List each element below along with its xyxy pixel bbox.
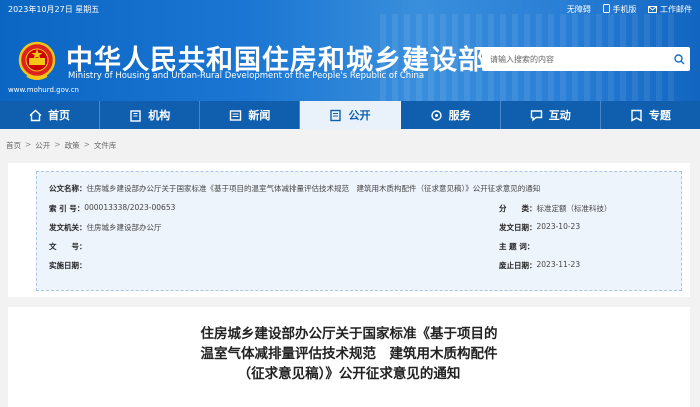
doc-no-row: 文 号： bbox=[49, 241, 87, 252]
issuer-row: 发文机关： 住房城乡建设部办公厅 bbox=[49, 222, 162, 233]
nav-item-topics[interactable]: 专题 bbox=[601, 101, 700, 129]
category-row: 分 类： 标准定额（标准科技） bbox=[499, 203, 612, 214]
topic-icon bbox=[631, 109, 642, 122]
issuer-value: 住房城乡建设部办公厅 bbox=[86, 223, 162, 232]
current-date: 2023年10月27日 星期五 bbox=[8, 5, 100, 14]
document-title-line: 温室气体减排量评估技术规范 建筑用木质构配件 bbox=[200, 346, 498, 362]
written-date-value: 2023-10-23 bbox=[536, 222, 581, 231]
mobile-version-label: 手机版 bbox=[612, 5, 637, 14]
topic-key: 主 题 词： bbox=[499, 242, 535, 251]
doc-name-key: 公文名称： bbox=[49, 184, 87, 193]
document-info-card: 公文名称： 住房城乡建设部办公厅关于国家标准《基于项目的温室气体减排量评估技术规… bbox=[8, 163, 690, 297]
nav-item-home[interactable]: 首页 bbox=[0, 101, 101, 129]
nav-label: 专题 bbox=[648, 109, 671, 122]
work-mail-label: 工作邮件 bbox=[660, 5, 692, 14]
document-title: 住房城乡建设部办公厅关于国家标准《基于项目的 温室气体减排量评估技术规范 建筑用… bbox=[8, 324, 690, 384]
breadcrumb-policy[interactable]: 政策 bbox=[65, 140, 80, 151]
deadline-key: 废止日期： bbox=[499, 261, 537, 270]
doc-name-row: 公文名称： 住房城乡建设部办公厅关于国家标准《基于项目的温室气体减排量评估技术规… bbox=[49, 183, 540, 194]
category-key: 分 类： bbox=[499, 204, 537, 213]
nav-label: 公开 bbox=[348, 109, 371, 122]
document-content-card: 住房城乡建设部办公厅关于国家标准《基于项目的 温室气体减排量评估技术规范 建筑用… bbox=[8, 307, 690, 407]
index-key: 索 引 号： bbox=[49, 204, 85, 213]
site-url: www.mohurd.gov.cn bbox=[8, 86, 79, 94]
document-title-line: （征求意见稿）》公开征求意见的通知 bbox=[237, 366, 461, 382]
breadcrumb-separator: > bbox=[83, 140, 90, 149]
document-icon bbox=[330, 109, 342, 121]
doc-no-key: 文 号： bbox=[49, 242, 87, 251]
issuer-key: 发文机关： bbox=[49, 223, 87, 232]
impl-date-key: 实施日期： bbox=[49, 261, 87, 270]
category-value: 标准定额（标准科技） bbox=[536, 204, 612, 213]
nav-item-service[interactable]: 服务 bbox=[401, 101, 501, 129]
nav-label: 新闻 bbox=[248, 109, 271, 122]
impl-date-row: 实施日期： bbox=[49, 260, 87, 271]
nav-label: 互动 bbox=[548, 109, 571, 122]
breadcrumb-separator: > bbox=[54, 140, 61, 149]
breadcrumb-public[interactable]: 公开 bbox=[35, 140, 50, 151]
news-icon bbox=[230, 109, 242, 121]
phone-icon bbox=[602, 4, 610, 13]
doc-name-value: 住房城乡建设部办公厅关于国家标准《基于项目的温室气体减排量评估技术规范 建筑用木… bbox=[86, 184, 541, 193]
deadline-value: 2023-11-23 bbox=[536, 260, 581, 269]
site-subtitle: Ministry of Housing and Urban-Rural Deve… bbox=[68, 71, 425, 81]
nav-label: 首页 bbox=[48, 109, 71, 122]
nav-label: 服务 bbox=[448, 109, 471, 122]
top-links: 无障碍 手机版 工作邮件 bbox=[567, 4, 692, 15]
mobile-version-link[interactable]: 手机版 bbox=[602, 4, 637, 15]
document-info-table: 公文名称： 住房城乡建设部办公厅关于国家标准《基于项目的温室气体减排量评估技术规… bbox=[36, 171, 682, 291]
national-emblem-icon bbox=[18, 41, 56, 80]
breadcrumb-separator: > bbox=[25, 140, 32, 149]
breadcrumb-file-library[interactable]: 文件库 bbox=[94, 140, 117, 151]
nav-item-public[interactable]: 公开 bbox=[300, 101, 401, 129]
search-box bbox=[482, 47, 690, 71]
building-icon bbox=[130, 109, 141, 122]
written-date-row: 发文日期： 2023-10-23 bbox=[499, 222, 580, 233]
index-row: 索 引 号： 000013338/2023-00653 bbox=[49, 203, 175, 214]
search-icon[interactable] bbox=[668, 48, 690, 70]
work-mail-link[interactable]: 工作邮件 bbox=[648, 4, 692, 15]
main-nav: 首页 机构 新闻 公开 服务 互动 专题 bbox=[0, 101, 700, 129]
breadcrumb-home[interactable]: 首页 bbox=[6, 140, 21, 151]
nav-item-interaction[interactable]: 互动 bbox=[501, 101, 601, 129]
deadline-row: 废止日期： 2023-11-23 bbox=[499, 260, 580, 271]
mail-icon bbox=[648, 6, 658, 13]
nav-label: 机构 bbox=[148, 109, 171, 122]
home-icon bbox=[29, 109, 42, 121]
document-title-line: 住房城乡建设部办公厅关于国家标准《基于项目的 bbox=[200, 326, 498, 342]
chat-icon bbox=[530, 109, 542, 121]
written-date-key: 发文日期： bbox=[499, 223, 537, 232]
service-icon bbox=[430, 109, 442, 121]
site-header: 2023年10月27日 星期五 无障碍 手机版 工作邮件 中华人民共和国住房和城… bbox=[0, 0, 700, 101]
nav-item-organization[interactable]: 机构 bbox=[100, 101, 201, 129]
breadcrumb: 首页 > 公开 > 政策 > 文件库 bbox=[6, 140, 116, 151]
nav-item-news[interactable]: 新闻 bbox=[200, 101, 301, 129]
topic-row: 主 题 词： bbox=[499, 241, 534, 252]
search-input[interactable] bbox=[482, 48, 668, 70]
accessibility-link[interactable]: 无障碍 bbox=[567, 4, 591, 15]
index-value: 000013338/2023-00653 bbox=[84, 203, 176, 212]
